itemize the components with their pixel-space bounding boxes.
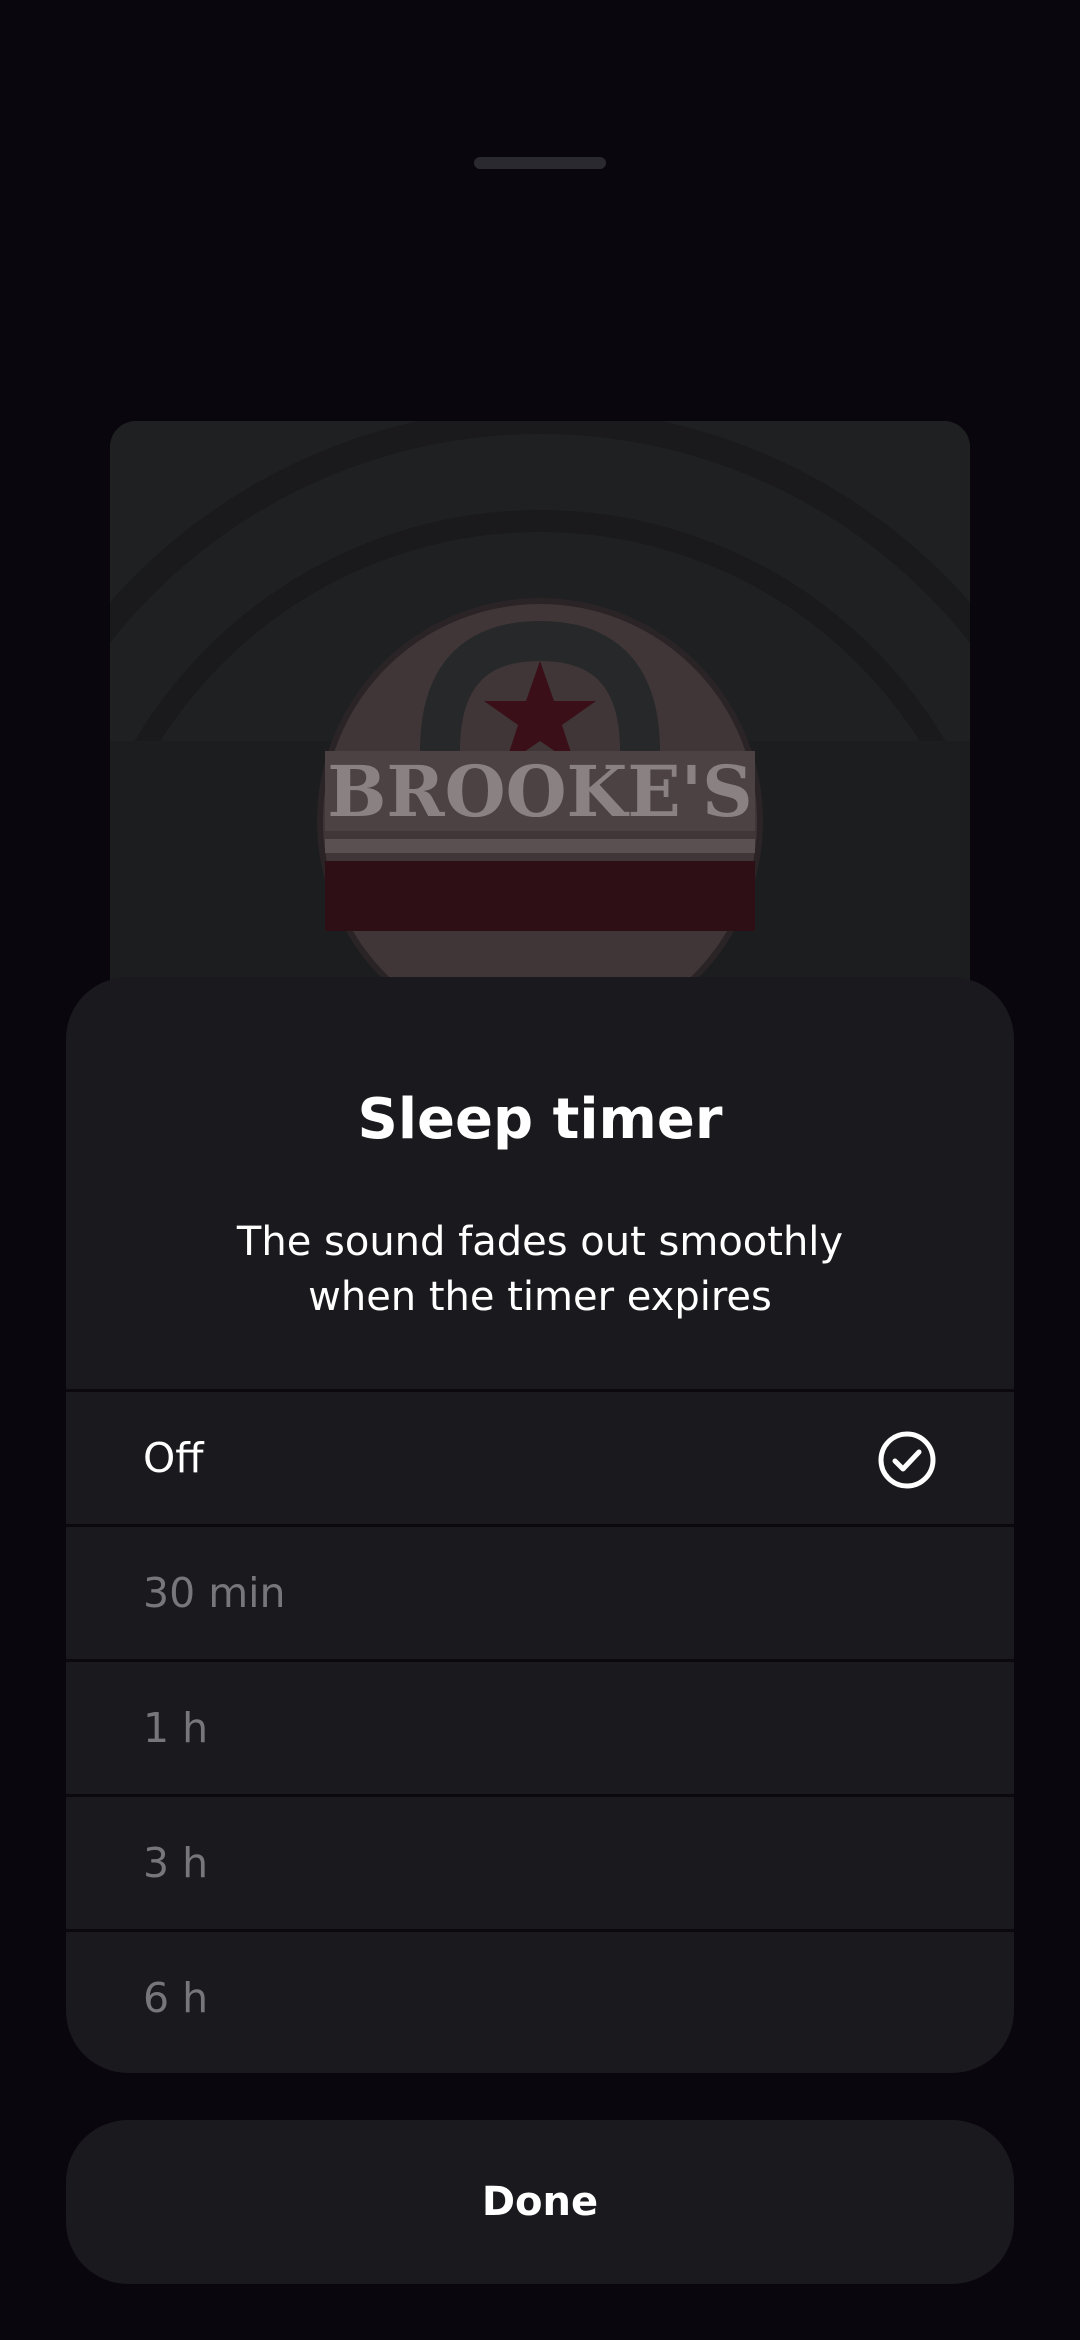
drag-handle[interactable]	[474, 157, 606, 169]
option-label: Off	[143, 1434, 204, 1482]
sleep-timer-screen: BROOKE'S Sleep timer The sound fades out…	[0, 0, 1080, 2340]
option-1-h[interactable]: 1 h	[66, 1659, 1014, 1794]
album-artwork: BROOKE'S	[110, 421, 970, 1061]
option-6-h[interactable]: 6 h	[66, 1929, 1014, 2064]
option-label: 6 h	[143, 1974, 209, 2022]
timer-options-list: Off 30 min 1 h 3 h 6 h	[66, 1389, 1014, 2064]
sheet-title: Sleep timer	[357, 1087, 723, 1152]
artwork-image: BROOKE'S	[110, 421, 970, 1061]
artwork-sign-text: BROOKE'S	[327, 750, 752, 833]
option-label: 3 h	[143, 1839, 209, 1887]
sheet-subtitle: The sound fades out smoothly when the ti…	[236, 1219, 844, 1320]
check-circle-icon	[878, 1431, 936, 1489]
option-30-min[interactable]: 30 min	[66, 1524, 1014, 1659]
option-label: 30 min	[143, 1569, 286, 1617]
sleep-timer-sheet: Sleep timer The sound fades out smoothly…	[66, 977, 1014, 2073]
option-label: 1 h	[143, 1704, 209, 1752]
done-button[interactable]: Done	[66, 2120, 1014, 2284]
option-3-h[interactable]: 3 h	[66, 1794, 1014, 1929]
option-off[interactable]: Off	[66, 1389, 1014, 1524]
